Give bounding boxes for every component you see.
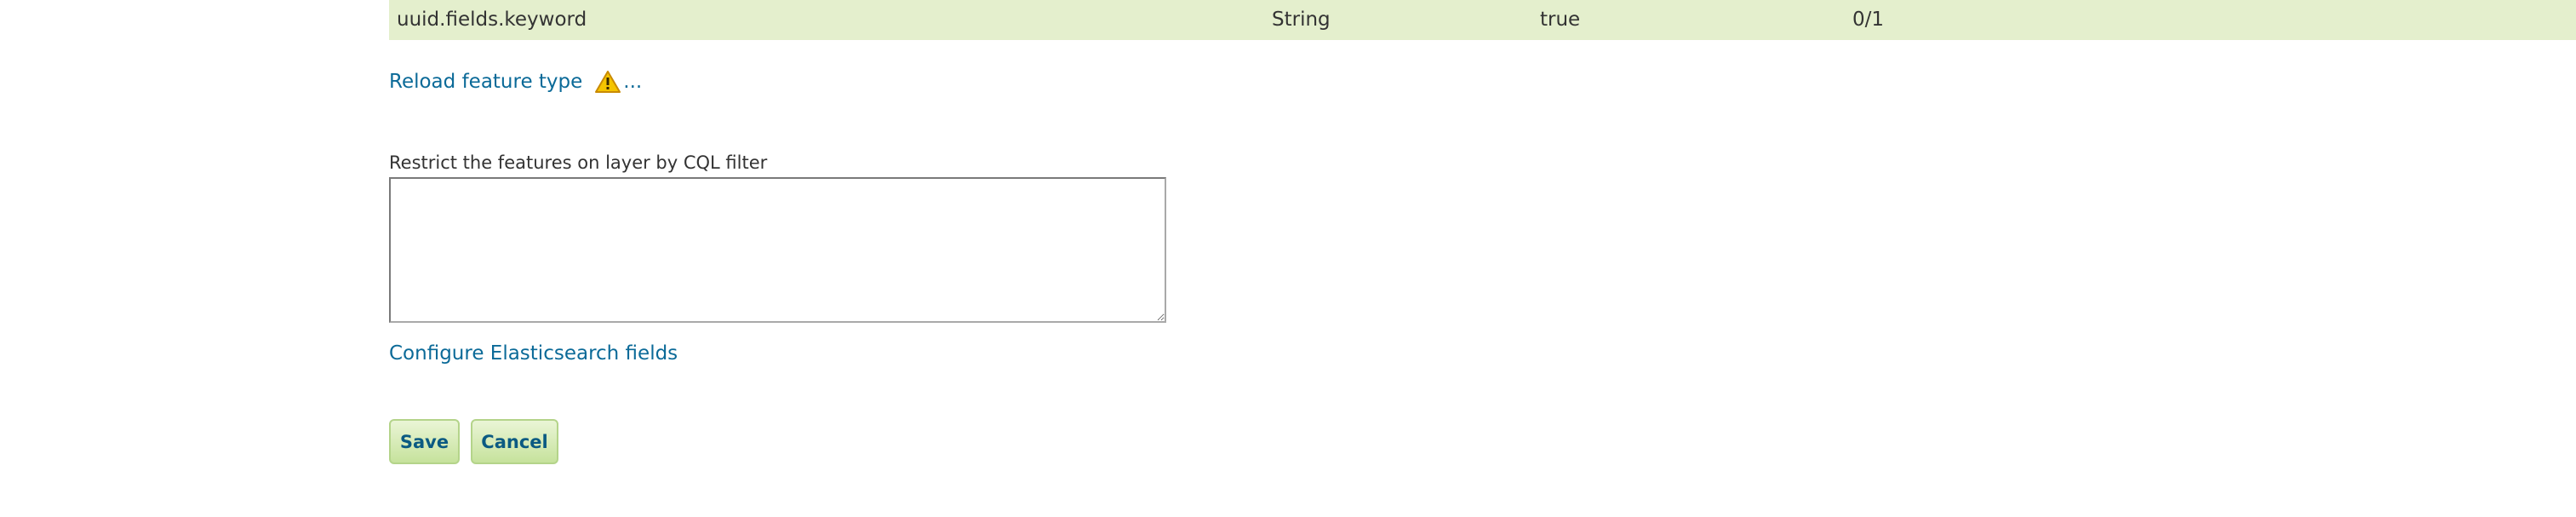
attribute-multiplicity-cell: 0/1 xyxy=(1852,9,1885,31)
reload-ellipsis: ... xyxy=(623,71,643,93)
attribute-nillable-cell: true xyxy=(1540,9,1581,31)
save-button[interactable]: Save xyxy=(389,419,460,464)
page: uuid.fields.keyword String true 0/1 Relo… xyxy=(0,0,2576,517)
attribute-name-cell: uuid.fields.keyword xyxy=(397,9,587,31)
attribute-type-cell: String xyxy=(1272,9,1331,31)
cql-filter-textarea[interactable] xyxy=(389,177,1166,323)
attribute-row: uuid.fields.keyword String true 0/1 xyxy=(389,0,2576,40)
reload-feature-type-link[interactable]: Reload feature type xyxy=(389,71,582,93)
cql-filter-label: Restrict the features on layer by CQL fi… xyxy=(389,152,768,173)
cancel-button[interactable]: Cancel xyxy=(471,419,558,464)
configure-elasticsearch-fields-link[interactable]: Configure Elasticsearch fields xyxy=(389,341,678,366)
reload-feature-type-row: Reload feature type ... xyxy=(389,69,642,95)
warning-icon xyxy=(594,70,621,94)
